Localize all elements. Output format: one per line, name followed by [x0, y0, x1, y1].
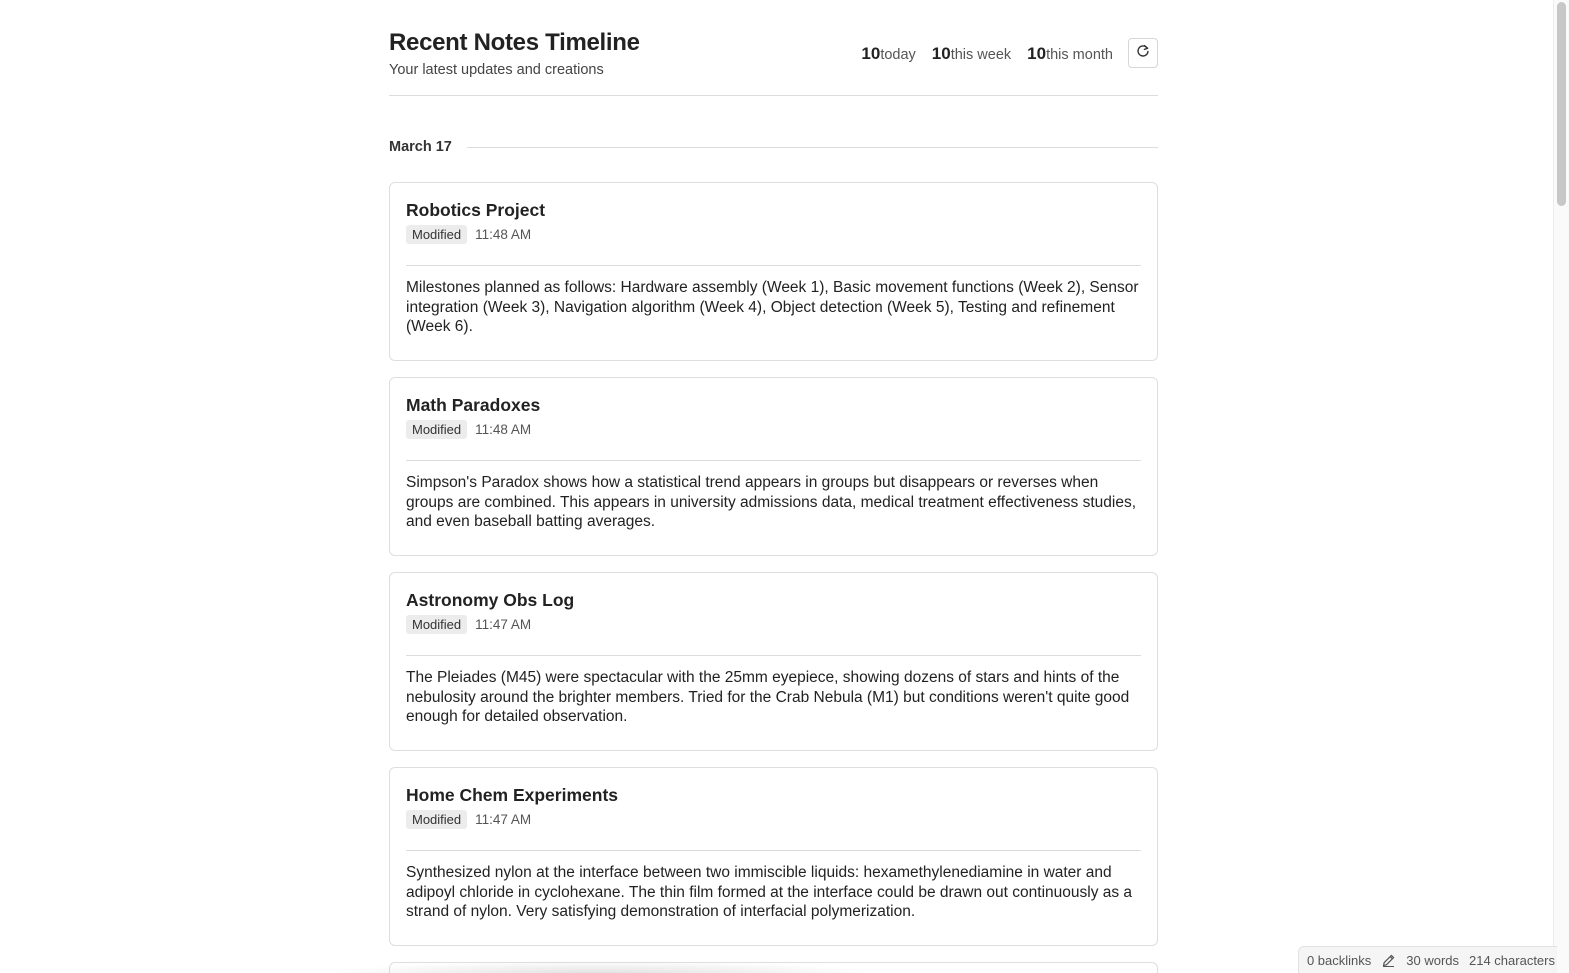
- word-count: 30 words: [1406, 952, 1459, 968]
- note-card[interactable]: Math Paradoxes Modified 11:48 AM Simpson…: [389, 377, 1158, 556]
- status-bar: 0 backlinks 30 words 214 characters: [1297, 946, 1557, 973]
- stat-month-label: this month: [1046, 47, 1113, 63]
- vertical-scrollbar[interactable]: [1553, 0, 1569, 973]
- note-preview: Milestones planned as follows: Hardware …: [406, 279, 1139, 335]
- note-preview: Simpson's Paradox shows how a statistica…: [406, 474, 1137, 530]
- refresh-button[interactable]: [1128, 38, 1158, 68]
- stat-week: 10 this week: [932, 44, 1011, 64]
- card-divider: [406, 850, 1141, 851]
- note-title: Home Chem Experiments: [406, 785, 619, 805]
- stat-week-label: this week: [950, 47, 1012, 63]
- stat-today: 10 today: [861, 44, 915, 64]
- date-divider: [466, 146, 1158, 148]
- stat-month: 10 this month: [1027, 44, 1113, 64]
- page-subtitle: Your latest updates and creations: [389, 62, 604, 78]
- note-meta: Modified 11:48 AM: [406, 420, 531, 439]
- bottom-shadow: [320, 961, 880, 973]
- note-meta: Modified 11:47 AM: [406, 810, 531, 829]
- note-preview: The Pleiades (M45) were spectacular with…: [406, 669, 1130, 725]
- timeline-container: Recent Notes Timeline Your latest update…: [389, 0, 1158, 973]
- stat-month-count: 10: [1027, 44, 1047, 63]
- status-badge: Modified: [406, 615, 468, 634]
- timeline-header: Recent Notes Timeline Your latest update…: [389, 0, 1158, 96]
- backlinks-count[interactable]: 0 backlinks: [1307, 953, 1371, 968]
- card-divider: [406, 460, 1141, 461]
- status-badge: Modified: [406, 810, 468, 829]
- status-badge: Modified: [406, 420, 468, 439]
- date-group-header: March 17: [389, 139, 1158, 155]
- note-card[interactable]: Robotics Project Modified 11:48 AM Miles…: [389, 182, 1158, 361]
- note-time: 11:47 AM: [475, 617, 532, 632]
- note-meta: Modified 11:47 AM: [406, 615, 531, 634]
- note-meta: Modified 11:48 AM: [406, 225, 531, 244]
- date-group-label: March 17: [389, 139, 452, 155]
- note-preview: Synthesized nylon at the interface betwe…: [406, 864, 1133, 920]
- note-time: 11:47 AM: [475, 812, 532, 827]
- page-title: Recent Notes Timeline: [389, 29, 640, 56]
- stat-week-count: 10: [931, 44, 951, 63]
- note-time: 11:48 AM: [475, 422, 532, 437]
- card-divider: [406, 655, 1141, 656]
- note-card[interactable]: Home Chem Experiments Modified 11:47 AM …: [389, 767, 1158, 946]
- note-title: Math Paradoxes: [406, 395, 541, 415]
- pencil-icon[interactable]: [1381, 953, 1396, 968]
- refresh-icon: [1136, 44, 1150, 63]
- status-badge: Modified: [406, 225, 468, 244]
- stats-summary: 10 today 10 this week 10 this month: [861, 44, 1113, 64]
- scrollbar-thumb[interactable]: [1557, 2, 1566, 206]
- card-divider: [406, 265, 1141, 266]
- stat-today-label: today: [880, 47, 916, 63]
- page: Recent Notes Timeline Your latest update…: [0, 0, 1569, 973]
- note-title: Robotics Project: [406, 200, 546, 220]
- note-time: 11:48 AM: [475, 227, 532, 242]
- character-count: 214 characters: [1469, 952, 1555, 968]
- note-title: Astronomy Obs Log: [406, 590, 575, 610]
- note-card[interactable]: Astronomy Obs Log Modified 11:47 AM The …: [389, 572, 1158, 751]
- stat-today-count: 10: [861, 44, 881, 63]
